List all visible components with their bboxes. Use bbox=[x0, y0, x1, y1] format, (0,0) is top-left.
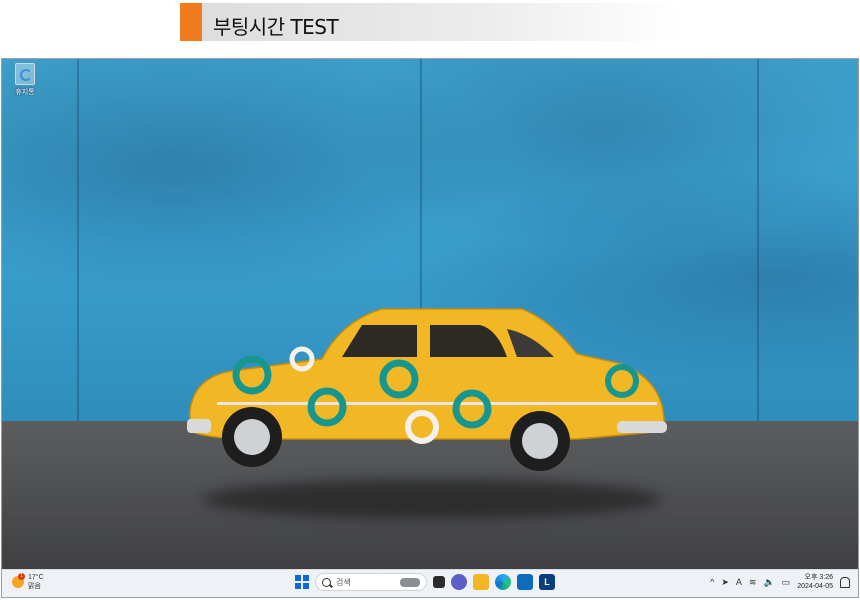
file-explorer-icon[interactable] bbox=[473, 574, 489, 590]
recycle-bin-shortcut[interactable]: 휴지통 bbox=[8, 63, 42, 97]
clock[interactable]: 오후 3:26 2024-04-05 bbox=[797, 573, 833, 591]
search-highlight-icon bbox=[400, 578, 420, 587]
search-box[interactable]: 검색 bbox=[315, 573, 427, 591]
taskbar-center: 검색 L bbox=[295, 573, 555, 591]
edge-browser-icon[interactable] bbox=[495, 574, 511, 590]
taskbar: 1 17°C 맑음 검색 L ^ ➤ A ≋ 🔈 ▭ 오후 3:26 2024-… bbox=[2, 569, 858, 597]
weather-widget[interactable]: 1 17°C 맑음 bbox=[12, 573, 44, 591]
weather-text: 17°C 맑음 bbox=[28, 573, 44, 591]
yellow-car-image bbox=[187, 308, 667, 471]
wallpaper: 휴지통 bbox=[2, 59, 858, 571]
clock-time: 오후 3:26 bbox=[804, 574, 833, 581]
header-banner: 부팅시간 TEST bbox=[180, 3, 680, 41]
weather-temp: 17°C bbox=[28, 574, 44, 581]
recycle-bin-label: 휴지통 bbox=[15, 89, 35, 96]
start-button[interactable] bbox=[295, 575, 309, 589]
weather-condition: 맑음 bbox=[28, 583, 41, 590]
page-title: 부팅시간 TEST bbox=[213, 15, 339, 39]
chevron-up-icon[interactable]: ^ bbox=[710, 577, 714, 587]
store-icon[interactable] bbox=[517, 574, 533, 590]
desktop-screenshot: 휴지통 1 17°C 맑음 검색 L ^ ➤ A ≋ 🔈 ▭ 오후 3:26 2… bbox=[1, 58, 859, 598]
volume-icon[interactable]: 🔈 bbox=[763, 577, 774, 588]
notification-badge: 1 bbox=[18, 573, 25, 580]
app-l-icon[interactable]: L bbox=[539, 574, 555, 590]
task-view-icon[interactable] bbox=[433, 576, 445, 588]
sun-icon: 1 bbox=[12, 573, 25, 588]
system-tray: ^ ➤ A ≋ 🔈 ▭ 오후 3:26 2024-04-05 bbox=[710, 573, 850, 591]
banner-accent bbox=[180, 3, 202, 41]
notification-bell-icon[interactable] bbox=[840, 576, 850, 588]
recycle-bin-icon bbox=[15, 63, 35, 85]
wifi-icon[interactable]: ≋ bbox=[749, 577, 757, 588]
chat-icon[interactable] bbox=[451, 574, 467, 590]
search-icon bbox=[322, 577, 331, 587]
battery-icon[interactable]: ▭ bbox=[782, 577, 791, 588]
search-placeholder: 검색 bbox=[336, 577, 351, 587]
clock-date: 2024-04-05 bbox=[797, 583, 833, 590]
location-icon[interactable]: ➤ bbox=[721, 577, 729, 588]
ime-indicator[interactable]: A bbox=[736, 577, 742, 587]
